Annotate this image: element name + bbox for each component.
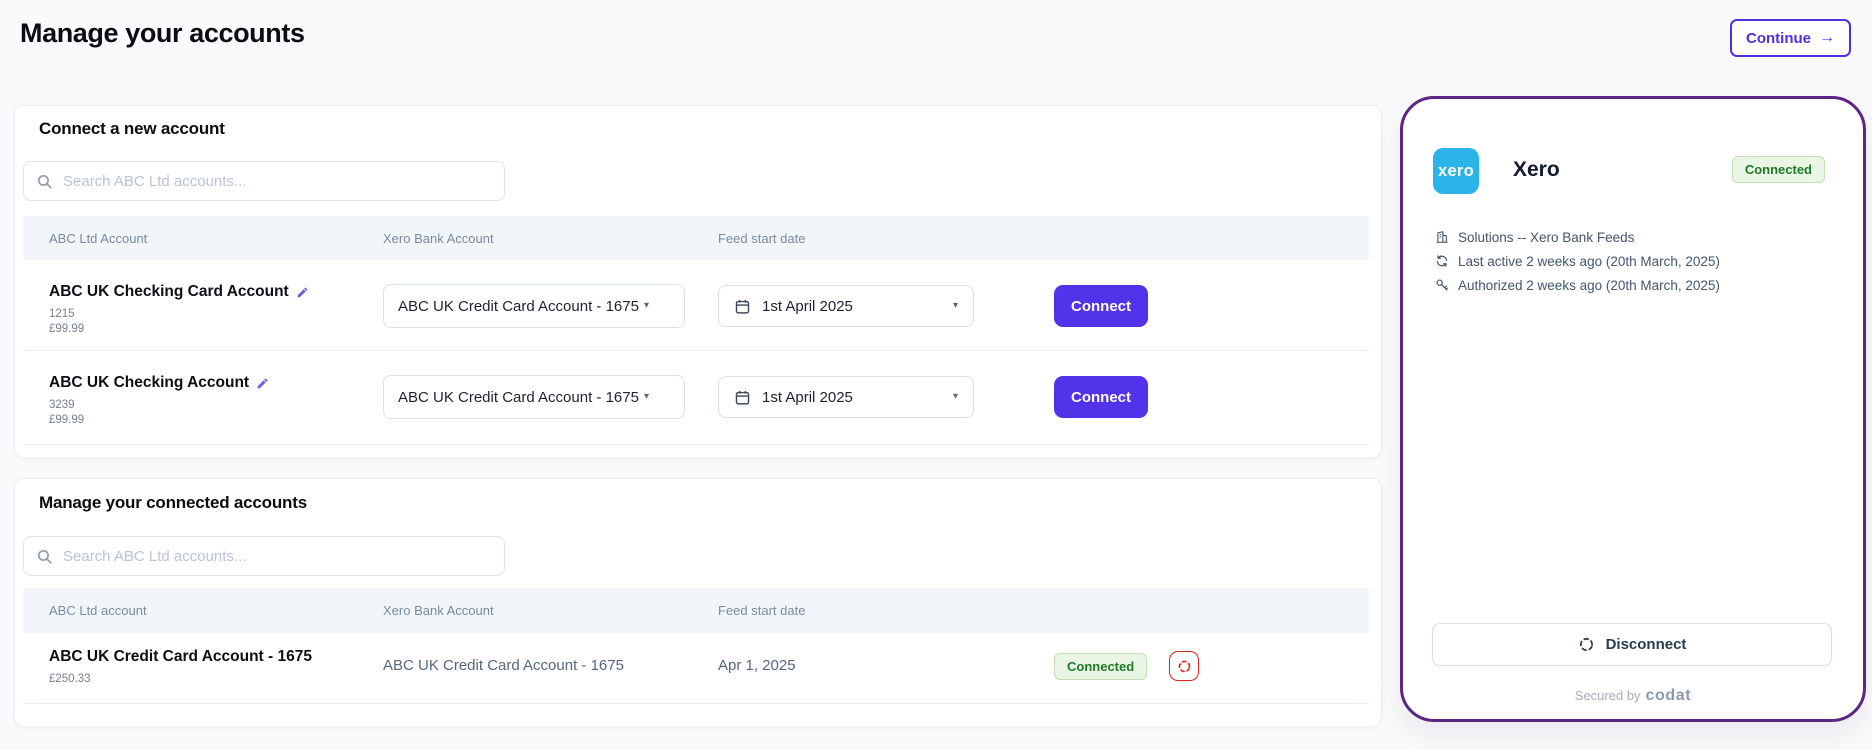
connect-button[interactable]: Connect bbox=[1054, 376, 1148, 418]
table-row: ABC UK Checking Account 3239 £99.99 ABC … bbox=[23, 351, 1369, 445]
caret-down-icon: ▾ bbox=[953, 301, 958, 311]
manage-table-header: ABC Ltd account Xero Bank Account Feed s… bbox=[23, 588, 1369, 633]
xero-account-select[interactable]: ABC UK Credit Card Account - 1675 ▾ bbox=[383, 284, 685, 328]
xero-logo: xero bbox=[1433, 148, 1479, 194]
detail-text: Last active 2 weeks ago (20th March, 202… bbox=[1458, 254, 1720, 269]
column-header-abc-ltd-account: ABC Ltd account bbox=[49, 603, 147, 618]
secured-by-label: Secured by bbox=[1575, 688, 1641, 703]
disconnect-feed-button[interactable] bbox=[1169, 651, 1199, 681]
manage-search-box[interactable] bbox=[23, 536, 505, 576]
account-balance: £99.99 bbox=[49, 323, 309, 335]
column-header-xero-bank-account: Xero Bank Account bbox=[383, 603, 494, 618]
column-header-feed-start-date: Feed start date bbox=[718, 603, 805, 618]
detail-text: Solutions -- Xero Bank Feeds bbox=[1458, 230, 1634, 245]
feed-start-date-picker[interactable]: 1st April 2025 ▾ bbox=[718, 376, 974, 418]
edit-pencil-icon[interactable] bbox=[256, 377, 269, 390]
search-icon bbox=[36, 173, 53, 190]
edit-pencil-icon[interactable] bbox=[296, 286, 309, 299]
caret-down-icon: ▾ bbox=[644, 301, 649, 311]
detail-last-active: Last active 2 weeks ago (20th March, 202… bbox=[1434, 249, 1720, 273]
integration-details: Solutions -- Xero Bank Feeds Last active… bbox=[1434, 225, 1720, 297]
building-icon bbox=[1434, 230, 1449, 244]
broken-link-icon bbox=[1177, 659, 1192, 674]
account-number: 1215 bbox=[49, 308, 309, 320]
connected-accounts-card: Manage your connected accounts ABC Ltd a… bbox=[14, 478, 1382, 727]
feed-start-date-value: 1st April 2025 bbox=[762, 389, 853, 406]
connect-search-box[interactable] bbox=[23, 161, 505, 201]
sync-icon bbox=[1434, 254, 1449, 268]
feed-start-date-value: 1st April 2025 bbox=[762, 298, 853, 315]
secured-by: Secured by codat bbox=[1403, 687, 1863, 705]
broken-link-icon bbox=[1578, 636, 1595, 653]
manage-accounts-page: Manage your accounts Continue → Connect … bbox=[0, 0, 1872, 750]
codat-logo: codat bbox=[1646, 687, 1692, 704]
xero-account-cell: ABC UK Credit Card Account - 1675 bbox=[383, 657, 624, 674]
account-name: ABC UK Checking Account bbox=[49, 374, 249, 392]
account-name: ABC UK Credit Card Account - 1675 bbox=[49, 648, 312, 666]
column-header-xero-bank-account: Xero Bank Account bbox=[383, 231, 494, 246]
feed-start-date-cell: Apr 1, 2025 bbox=[718, 657, 796, 674]
account-cell: ABC UK Checking Account 3239 £99.99 bbox=[49, 374, 269, 426]
xero-logo-text: xero bbox=[1438, 162, 1474, 181]
feed-start-date-picker[interactable]: 1st April 2025 ▾ bbox=[718, 285, 974, 327]
connect-section-heading: Connect a new account bbox=[39, 119, 225, 139]
disconnect-button[interactable]: Disconnect bbox=[1432, 623, 1832, 666]
column-header-abc-ltd-account: ABC Ltd Account bbox=[49, 231, 147, 246]
connect-button[interactable]: Connect bbox=[1054, 285, 1148, 327]
arrow-right-icon: → bbox=[1819, 29, 1835, 47]
search-icon bbox=[36, 548, 53, 565]
manage-section-heading: Manage your connected accounts bbox=[39, 493, 307, 513]
disconnect-label: Disconnect bbox=[1606, 636, 1687, 653]
detail-solutions: Solutions -- Xero Bank Feeds bbox=[1434, 225, 1720, 249]
xero-account-selected-value: ABC UK Credit Card Account - 1675 bbox=[398, 389, 639, 406]
table-row: ABC UK Checking Card Account 1215 £99.99… bbox=[23, 260, 1369, 351]
account-balance: £250.33 bbox=[49, 673, 312, 685]
account-number: 3239 bbox=[49, 399, 269, 411]
account-cell: ABC UK Credit Card Account - 1675 £250.3… bbox=[49, 648, 312, 685]
account-name: ABC UK Checking Card Account bbox=[49, 283, 289, 301]
integration-panel: xero Xero Connected Solutions -- Xero Ba… bbox=[1400, 96, 1866, 722]
calendar-icon bbox=[734, 389, 751, 406]
xero-account-selected-value: ABC UK Credit Card Account - 1675 bbox=[398, 298, 639, 315]
xero-account-select[interactable]: ABC UK Credit Card Account - 1675 ▾ bbox=[383, 375, 685, 419]
detail-authorized: Authorized 2 weeks ago (20th March, 2025… bbox=[1434, 273, 1720, 297]
calendar-icon bbox=[734, 298, 751, 315]
account-balance: £99.99 bbox=[49, 414, 269, 426]
account-cell: ABC UK Checking Card Account 1215 £99.99 bbox=[49, 283, 309, 335]
status-badge: Connected bbox=[1732, 156, 1825, 183]
caret-down-icon: ▾ bbox=[953, 392, 958, 402]
caret-down-icon: ▾ bbox=[644, 392, 649, 402]
continue-label: Continue bbox=[1746, 30, 1811, 47]
manage-search-input[interactable] bbox=[63, 548, 492, 565]
connect-new-account-card: Connect a new account ABC Ltd Account Xe… bbox=[14, 105, 1382, 458]
connect-table-header: ABC Ltd Account Xero Bank Account Feed s… bbox=[23, 216, 1369, 260]
table-row: ABC UK Credit Card Account - 1675 £250.3… bbox=[23, 633, 1369, 704]
continue-button[interactable]: Continue → bbox=[1730, 19, 1851, 57]
status-badge: Connected bbox=[1054, 653, 1147, 680]
column-header-feed-start-date: Feed start date bbox=[718, 231, 805, 246]
connect-search-input[interactable] bbox=[63, 173, 492, 190]
key-icon bbox=[1434, 278, 1449, 292]
page-title: Manage your accounts bbox=[20, 18, 305, 49]
integration-name: Xero bbox=[1513, 158, 1560, 182]
detail-text: Authorized 2 weeks ago (20th March, 2025… bbox=[1458, 278, 1720, 293]
